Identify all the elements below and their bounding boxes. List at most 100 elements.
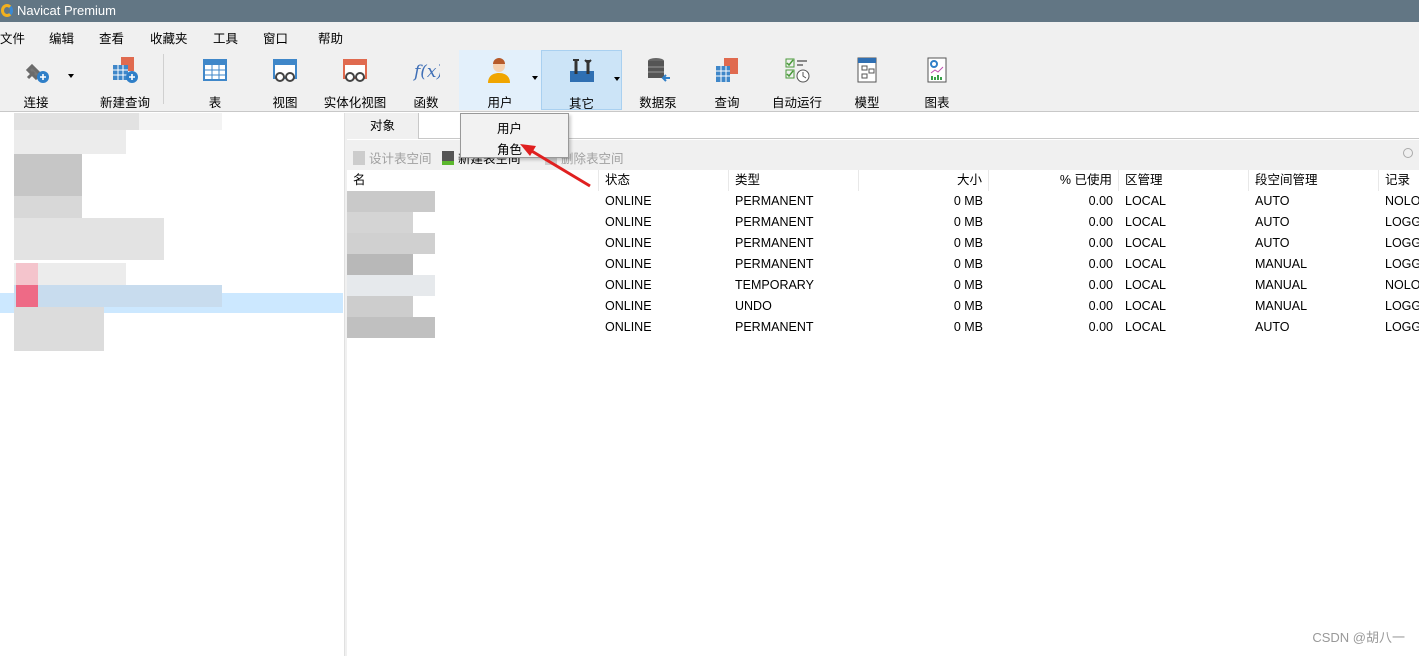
table-cell: 0 MB — [953, 194, 983, 208]
search-icon[interactable] — [1403, 148, 1413, 158]
chart-button[interactable]: 图表 — [910, 50, 964, 110]
table-button[interactable]: 表 — [185, 50, 245, 110]
main-toolbar: 连接 新建查询 表 视图 实体化视图 f(x) 函数 用户 其它 数据泵 查询 … — [0, 48, 1419, 112]
query-button[interactable]: 查询 — [700, 50, 754, 110]
new-query-button[interactable]: 新建查询 — [82, 50, 168, 110]
table-cell: AUTO — [1255, 236, 1290, 250]
model-icon — [857, 57, 877, 83]
column-header[interactable]: 状态 — [599, 170, 729, 191]
table-cell: 0 MB — [953, 299, 983, 313]
materialized-view-button[interactable]: 实体化视图 — [320, 50, 390, 110]
blurred-tree-item — [14, 307, 104, 351]
blurred-tree-item — [16, 285, 38, 307]
blurred-name — [347, 254, 413, 275]
table-row[interactable]: ONLINE UNDO 0 MB 0.00 LOCAL MANUAL LOGG — [347, 296, 1419, 317]
table-cell: 0 MB — [953, 215, 983, 229]
title-bar: Navicat Premium — [0, 0, 1419, 22]
table-cell: LOGG — [1385, 320, 1419, 334]
new-query-label: 新建查询 — [99, 96, 150, 110]
tab-objects[interactable]: 对象 — [347, 113, 419, 139]
table-cell: AUTO — [1255, 215, 1290, 229]
connect-button[interactable]: 连接 — [8, 50, 64, 110]
column-header[interactable]: 段空间管理 — [1249, 170, 1379, 191]
menu-item-role[interactable]: 角色 — [497, 139, 522, 158]
table-cell: 0 MB — [953, 236, 983, 250]
table-cell: NOLO — [1385, 278, 1419, 292]
table-cell: LOGG — [1385, 257, 1419, 271]
table-cell: PERMANENT — [735, 215, 814, 229]
table-cell: LOCAL — [1125, 278, 1166, 292]
table-cell: MANUAL — [1255, 299, 1308, 313]
function-button[interactable]: f(x) 函数 — [398, 50, 454, 110]
table-cell: ONLINE — [605, 194, 652, 208]
column-header[interactable]: 区管理 — [1119, 170, 1249, 191]
automation-label: 自动运行 — [771, 96, 822, 110]
table-row[interactable]: ONLINE PERMANENT 0 MB 0.00 LOCAL AUTO LOGG — [347, 233, 1419, 254]
data-pump-label: 数据泵 — [639, 96, 677, 110]
blurred-name — [347, 296, 413, 317]
menu-item-user[interactable]: 用户 — [497, 118, 522, 137]
column-header[interactable]: 名 — [347, 170, 599, 191]
table-cell: LOGG — [1385, 299, 1419, 313]
user-label: 用户 — [487, 96, 513, 110]
table-cell: 0 MB — [953, 257, 983, 271]
connect-label: 连接 — [23, 96, 49, 110]
table-cell: 0 MB — [953, 320, 983, 334]
table-cell: ONLINE — [605, 215, 652, 229]
table-cell: 0.00 — [1088, 257, 1113, 271]
table-row[interactable]: ONLINE TEMPORARY 0 MB 0.00 LOCAL MANUAL NOLO — [347, 275, 1419, 296]
menu-edit[interactable]: 编辑 — [49, 28, 74, 47]
data-pump-button[interactable]: 数据泵 — [630, 50, 686, 110]
design-icon — [353, 151, 365, 165]
column-header[interactable]: 大小 — [859, 170, 989, 191]
materialized-view-label: 实体化视图 — [323, 96, 387, 110]
automation-icon — [785, 58, 810, 83]
automation-button[interactable]: 自动运行 — [766, 50, 828, 110]
chart-label: 图表 — [924, 96, 950, 110]
table-cell: ONLINE — [605, 320, 652, 334]
table-row[interactable]: ONLINE PERMANENT 0 MB 0.00 LOCAL AUTO LOGG — [347, 317, 1419, 338]
menu-file[interactable]: 文件 — [0, 28, 25, 47]
column-header[interactable]: 记录 — [1379, 170, 1419, 191]
table-row[interactable]: ONLINE PERMANENT 0 MB 0.00 LOCAL MANUAL LOGG — [347, 254, 1419, 275]
user-button[interactable]: 用户 — [459, 50, 541, 110]
table-cell: TEMPORARY — [735, 278, 814, 292]
menu-window[interactable]: 窗口 — [263, 28, 288, 47]
other-dropdown-caret[interactable] — [614, 77, 620, 81]
table-cell: PERMANENT — [735, 257, 814, 271]
table-row[interactable]: ONLINE PERMANENT 0 MB 0.00 LOCAL AUTO LOGG — [347, 212, 1419, 233]
table-cell: LOCAL — [1125, 194, 1166, 208]
view-label: 视图 — [272, 96, 298, 110]
connect-dropdown-caret[interactable] — [68, 74, 74, 78]
column-header[interactable]: 类型 — [729, 170, 859, 191]
menu-favorites[interactable]: 收藏夹 — [150, 28, 188, 47]
table-cell: MANUAL — [1255, 278, 1308, 292]
connection-tree-pane[interactable] — [0, 113, 344, 656]
blurred-name — [347, 212, 413, 233]
menu-tools[interactable]: 工具 — [213, 28, 238, 47]
table-label: 表 — [208, 96, 222, 110]
view-button[interactable]: 视图 — [255, 50, 315, 110]
table-cell: 0.00 — [1088, 236, 1113, 250]
table-cell: PERMANENT — [735, 194, 814, 208]
menu-help[interactable]: 帮助 — [318, 28, 343, 47]
table-cell: LOCAL — [1125, 236, 1166, 250]
table-cell: 0.00 — [1088, 194, 1113, 208]
user-dropdown-caret[interactable] — [532, 76, 538, 80]
column-header[interactable]: % 已使用 — [989, 170, 1119, 191]
function-label: 函数 — [413, 96, 439, 110]
other-button[interactable]: 其它 — [541, 50, 622, 111]
design-tablespace-button[interactable]: 设计表空间 — [353, 148, 432, 167]
table-row[interactable]: ONLINE PERMANENT 0 MB 0.00 LOCAL AUTO NOLO — [347, 191, 1419, 212]
table-cell: ONLINE — [605, 236, 652, 250]
table-cell: 0.00 — [1088, 299, 1113, 313]
window-title: Navicat Premium — [17, 3, 116, 18]
blurred-tree-item — [14, 285, 222, 307]
table-cell: LOCAL — [1125, 299, 1166, 313]
table-cell: PERMANENT — [735, 236, 814, 250]
svg-text:f(x): f(x) — [412, 62, 440, 82]
table-cell: ONLINE — [605, 299, 652, 313]
menu-view[interactable]: 查看 — [99, 28, 124, 47]
tablespace-table: 名状态 类型 大小% 已使用 区管理 段空间管理 记录 ONLINE PERMANENT 0 … — [347, 170, 1419, 338]
model-button[interactable]: 模型 — [840, 50, 894, 110]
